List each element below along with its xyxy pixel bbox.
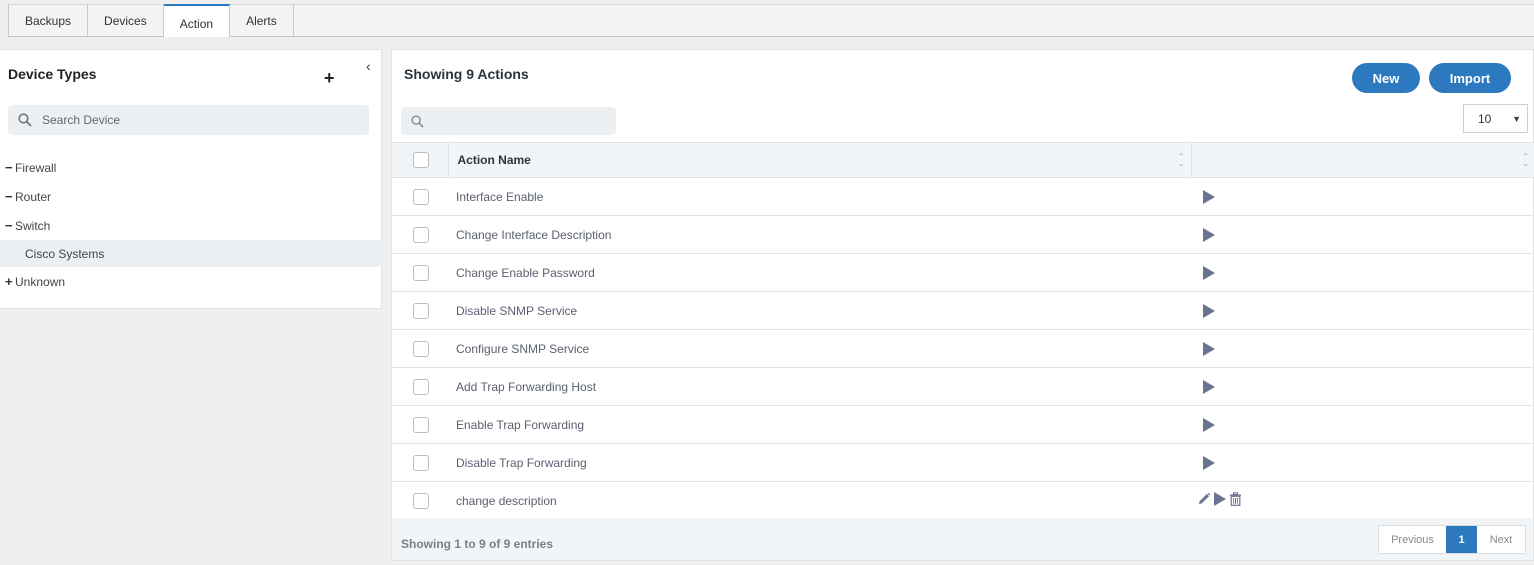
caret-down-icon: ▼ xyxy=(1512,113,1521,124)
action-name: Interface Enable xyxy=(456,189,544,204)
collapse-icon[interactable]: − xyxy=(5,160,15,175)
action-name: Disable SNMP Service xyxy=(456,303,578,318)
table-row: Enable Trap Forwarding xyxy=(392,406,1534,444)
action-name: Configure SNMP Service xyxy=(456,341,590,356)
tree-item-switch[interactable]: − Switch xyxy=(0,211,382,240)
actions-table: Action Name ⌃ ⌄ ⌃ ⌄ Interface Enable Chang… xyxy=(392,142,1534,520)
row-checkbox[interactable] xyxy=(413,492,429,509)
play-icon[interactable] xyxy=(1203,379,1215,394)
row-checkbox[interactable] xyxy=(413,340,429,357)
row-checkbox[interactable] xyxy=(413,264,429,281)
page-size-select[interactable]: 10 ▼ xyxy=(1463,104,1528,133)
actions-panel: Showing 9 Actions New Import 10 ▼ Action… xyxy=(391,49,1534,561)
play-icon[interactable] xyxy=(1203,417,1215,432)
previous-page-button[interactable]: Previous xyxy=(1379,526,1446,553)
action-name: Change Enable Password xyxy=(456,265,595,280)
tab-bar: Backups Devices Action Alerts xyxy=(8,4,1534,37)
search-icon xyxy=(411,114,424,128)
tree-item-cisco-systems[interactable]: Cisco Systems xyxy=(0,240,382,267)
row-checkbox[interactable] xyxy=(413,378,429,395)
row-checkbox[interactable] xyxy=(413,302,429,319)
expand-icon[interactable]: + xyxy=(5,274,15,289)
table-row: Interface Enable xyxy=(392,178,1534,216)
chevron-left-icon[interactable]: ‹ xyxy=(366,58,371,74)
plus-icon[interactable]: + xyxy=(324,68,335,89)
select-all-checkbox[interactable] xyxy=(413,152,429,168)
page-size-value: 10 xyxy=(1478,111,1492,126)
play-icon[interactable] xyxy=(1203,265,1215,280)
page-1-button[interactable]: 1 xyxy=(1446,526,1477,553)
action-name: change description xyxy=(456,493,557,508)
actions-column-header[interactable]: ⌃ ⌄ xyxy=(1191,142,1534,178)
play-icon[interactable] xyxy=(1203,189,1215,204)
table-row: Change Interface Description xyxy=(392,216,1534,254)
row-checkbox[interactable] xyxy=(413,416,429,433)
action-name: Change Interface Description xyxy=(456,227,612,242)
action-name: Add Trap Forwarding Host xyxy=(456,379,597,394)
tree-item-label: Unknown xyxy=(15,274,66,289)
tree-item-router[interactable]: − Router xyxy=(0,182,382,211)
tree-item-unknown[interactable]: + Unknown xyxy=(0,267,382,296)
tab-action[interactable]: Action xyxy=(163,4,231,37)
action-name-header[interactable]: Action Name ⌃ ⌄ xyxy=(448,142,1192,178)
action-name: Enable Trap Forwarding xyxy=(456,417,585,432)
next-page-button[interactable]: Next xyxy=(1477,526,1525,553)
actions-search-box xyxy=(401,107,616,135)
tree-item-label: Firewall xyxy=(15,160,57,175)
table-row: Add Trap Forwarding Host xyxy=(392,368,1534,406)
pencil-icon[interactable] xyxy=(1197,492,1211,506)
search-icon xyxy=(18,113,32,127)
row-checkbox[interactable] xyxy=(413,454,429,471)
tree-item-label: Cisco Systems xyxy=(25,246,105,261)
table-row: Configure SNMP Service xyxy=(392,330,1534,368)
tab-backups[interactable]: Backups xyxy=(9,5,89,37)
row-checkbox[interactable] xyxy=(413,226,429,243)
tree-item-label: Router xyxy=(15,189,52,204)
action-name-header-label: Action Name xyxy=(457,153,531,167)
table-row: Change Enable Password xyxy=(392,254,1534,292)
table-footer: Showing 1 to 9 of 9 entries Previous 1 N… xyxy=(392,518,1533,560)
import-button[interactable]: Import xyxy=(1429,63,1511,93)
tree-item-label: Switch xyxy=(15,218,51,233)
device-types-panel: Device Types + ‹ − Firewall − Router − S… xyxy=(0,49,382,309)
collapse-icon[interactable]: − xyxy=(5,218,15,233)
collapse-icon[interactable]: − xyxy=(5,189,15,204)
tree-item-firewall[interactable]: − Firewall xyxy=(0,153,382,182)
actions-search-input[interactable] xyxy=(432,113,612,129)
pagination: Previous 1 Next xyxy=(1378,525,1526,554)
row-checkbox[interactable] xyxy=(413,188,429,205)
play-icon[interactable] xyxy=(1214,492,1226,506)
device-search-box xyxy=(8,105,369,135)
device-types-title: Device Types xyxy=(8,66,97,82)
select-all-header xyxy=(392,142,449,178)
tab-devices[interactable]: Devices xyxy=(88,5,164,37)
play-icon[interactable] xyxy=(1203,303,1215,318)
actions-title: Showing 9 Actions xyxy=(404,66,529,82)
device-search-input[interactable] xyxy=(42,113,342,127)
play-icon[interactable] xyxy=(1203,455,1215,470)
trash-icon[interactable] xyxy=(1229,492,1242,506)
sort-icon[interactable]: ⌃ ⌄ xyxy=(1178,153,1185,168)
play-icon[interactable] xyxy=(1203,227,1215,242)
sort-icon[interactable]: ⌃ ⌄ xyxy=(1522,153,1529,168)
entries-info: Showing 1 to 9 of 9 entries xyxy=(401,537,554,551)
table-row: Disable SNMP Service xyxy=(392,292,1534,330)
table-header-row: Action Name ⌃ ⌄ ⌃ ⌄ xyxy=(392,142,1534,178)
tab-alerts[interactable]: Alerts xyxy=(230,5,294,37)
action-name: Disable Trap Forwarding xyxy=(456,455,587,470)
table-row: change description xyxy=(392,482,1534,520)
table-row: Disable Trap Forwarding xyxy=(392,444,1534,482)
new-button[interactable]: New xyxy=(1352,63,1420,93)
device-tree: − Firewall − Router − Switch Cisco Syste… xyxy=(0,153,382,296)
play-icon[interactable] xyxy=(1203,341,1215,356)
